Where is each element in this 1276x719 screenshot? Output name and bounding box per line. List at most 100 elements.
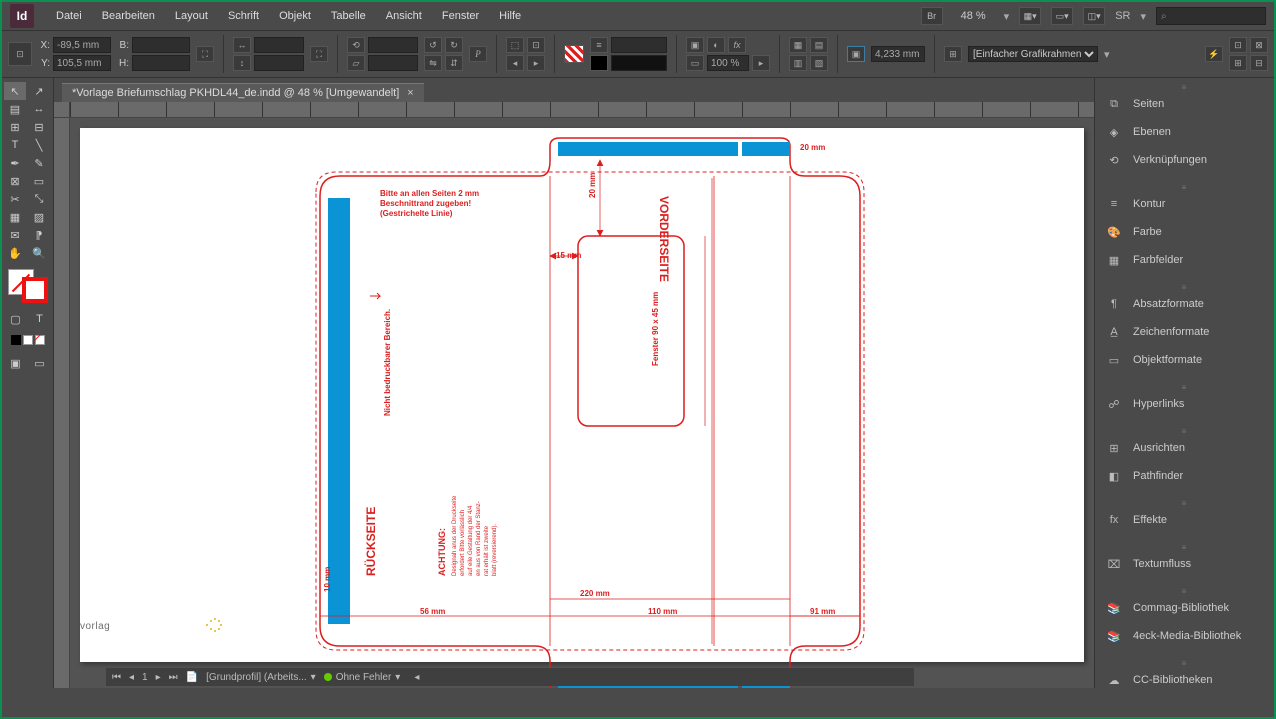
tool-rectangle[interactable]: ▭ <box>28 172 50 190</box>
preflight-display[interactable]: Ohne Fehler <box>336 672 392 683</box>
help-search-input[interactable]: ⌕ <box>1156 7 1266 25</box>
document-tab-close-icon[interactable]: × <box>407 87 413 99</box>
menu-bearbeiten[interactable]: Bearbeiten <box>92 6 165 26</box>
height-input[interactable] <box>132 55 190 71</box>
rotate-cw-icon[interactable]: ↻ <box>445 37 463 53</box>
tool-content-placer[interactable]: ⊟ <box>28 118 50 136</box>
tool-rectangle-frame[interactable]: ⊠ <box>4 172 26 190</box>
constrain-proportions-icon[interactable]: ⛶ <box>196 46 214 62</box>
panel-pages[interactable]: ⧉Seiten <box>1095 90 1274 118</box>
page-number-display[interactable]: 1 <box>142 672 148 683</box>
panel-lib-commag[interactable]: 📚Commag-Bibliothek <box>1095 594 1274 622</box>
default-swatches[interactable] <box>4 335 51 345</box>
zoom-dropdown-icon[interactable]: ▾ <box>1004 10 1010 23</box>
wrap-bound-icon[interactable]: ▤ <box>810 37 828 53</box>
panel-para-styles[interactable]: ¶Absatzformate <box>1095 290 1274 318</box>
menu-datei[interactable]: Datei <box>46 6 92 26</box>
panel-pathfinder[interactable]: ◧Pathfinder <box>1095 462 1274 490</box>
panel-textwrap[interactable]: ⌧Textumfluss <box>1095 550 1274 578</box>
menu-hilfe[interactable]: Hilfe <box>489 6 531 26</box>
object-style-select[interactable]: [Einfacher Grafikrahmen]+ <box>968 46 1098 62</box>
format-container-icon[interactable]: ▢ <box>5 310 27 328</box>
open-file-icon[interactable]: 📄 <box>186 672 198 683</box>
ruler-vertical[interactable] <box>54 118 70 688</box>
profile-display[interactable]: [Grundprofil] (Arbeits... <box>206 672 307 683</box>
tool-free-transform[interactable]: ⤡ <box>28 190 50 208</box>
tool-pencil[interactable]: ✎ <box>28 154 50 172</box>
panel-char-styles[interactable]: A̲Zeichenformate <box>1095 318 1274 346</box>
panel-obj-styles[interactable]: ▭Objektformate <box>1095 346 1274 374</box>
status-nav-last-icon[interactable]: ⏭ <box>169 672 178 683</box>
tool-content-collector[interactable]: ⊞ <box>4 118 26 136</box>
format-text-icon[interactable]: T <box>29 310 51 328</box>
tool-gap[interactable]: ↔ <box>28 100 50 118</box>
tool-pen[interactable]: ✒ <box>4 154 26 172</box>
fill-frame-icon[interactable]: ⊟ <box>1250 55 1268 71</box>
menu-tabelle[interactable]: Tabelle <box>321 6 376 26</box>
ruler-horizontal[interactable] <box>70 102 1094 118</box>
menu-objekt[interactable]: Objekt <box>269 6 321 26</box>
wrap-shape-icon[interactable]: ▥ <box>789 55 807 71</box>
fill-swatch[interactable] <box>564 45 584 63</box>
constrain-scale-icon[interactable]: ⛶ <box>310 46 328 62</box>
stroke-swatch[interactable] <box>590 55 608 71</box>
opacity-input[interactable] <box>707 55 749 71</box>
center-content-icon[interactable]: ⊞ <box>1229 55 1247 71</box>
panel-cc-libs[interactable]: ☁CC-Bibliotheken <box>1095 666 1274 694</box>
bridge-button[interactable]: Br <box>921 7 943 25</box>
panel-links[interactable]: ⟲Verknüpfungen <box>1095 146 1274 174</box>
y-position-input[interactable] <box>53 55 111 71</box>
document-tab[interactable]: *Vorlage Briefumschlag PKHDL44_de.indd @… <box>62 83 424 102</box>
fit-content-icon[interactable]: ⊠ <box>1250 37 1268 53</box>
menu-schrift[interactable]: Schrift <box>218 6 269 26</box>
panel-color[interactable]: 🎨Farbe <box>1095 218 1274 246</box>
blend-target-icon[interactable]: ▭ <box>686 55 704 71</box>
tool-scissors[interactable]: ✂ <box>4 190 26 208</box>
tool-type[interactable]: T <box>4 136 26 154</box>
rotation-input[interactable] <box>368 37 418 53</box>
quick-apply-icon[interactable]: ⚡ <box>1205 46 1223 62</box>
select-content-icon[interactable]: ⊡ <box>527 37 545 53</box>
panel-layers[interactable]: ◈Ebenen <box>1095 118 1274 146</box>
tool-selection[interactable]: ↖ <box>4 82 26 100</box>
status-nav-prev-icon[interactable]: ◂ <box>129 672 134 683</box>
object-style-dropdown-icon[interactable]: ▾ <box>1104 48 1110 61</box>
wrap-jump-icon[interactable]: ▧ <box>810 55 828 71</box>
zoom-level-display[interactable]: 48 % <box>953 8 994 24</box>
status-nav-first-icon[interactable]: ⏮ <box>112 672 121 683</box>
fit-frame-icon[interactable]: ⊡ <box>1229 37 1247 53</box>
document-window[interactable]: *Vorlage Briefumschlag PKHDL44_de.indd @… <box>54 78 1094 688</box>
tool-zoom[interactable]: 🔍 <box>28 244 50 262</box>
fill-stroke-proxy[interactable] <box>8 269 48 303</box>
panel-hyperlinks[interactable]: ☍Hyperlinks <box>1095 390 1274 418</box>
workspace-label[interactable]: SR <box>1115 10 1130 22</box>
panel-stroke[interactable]: ≡Kontur <box>1095 190 1274 218</box>
tool-direct-select[interactable]: ↗ <box>28 82 50 100</box>
x-position-input[interactable] <box>53 37 111 53</box>
status-nav-next-icon[interactable]: ▸ <box>156 672 161 683</box>
scale-x-input[interactable] <box>254 37 304 53</box>
menu-ansicht[interactable]: Ansicht <box>376 6 432 26</box>
tool-hand[interactable]: ✋ <box>4 244 26 262</box>
stroke-style-input[interactable] <box>611 55 667 71</box>
panel-swatches[interactable]: ▦Farbfelder <box>1095 246 1274 274</box>
scroll-left-icon[interactable]: ◂ <box>414 672 419 683</box>
menu-layout[interactable]: Layout <box>165 6 218 26</box>
paragraph-mode-icon[interactable]: P <box>469 46 487 62</box>
tool-page[interactable]: ▤ <box>4 100 26 118</box>
wrap-none-icon[interactable]: ▦ <box>789 37 807 53</box>
rotate-ccw-icon[interactable]: ↺ <box>424 37 442 53</box>
opacity-slider-icon[interactable]: ▸ <box>752 55 770 71</box>
tool-gradient-swatch[interactable]: ▦ <box>4 208 26 226</box>
screen-mode-button[interactable]: ▭▾ <box>1051 7 1073 25</box>
tool-line[interactable]: ╲ <box>28 136 50 154</box>
arrange-docs-button[interactable]: ◫▾ <box>1083 7 1105 25</box>
tool-eyedropper[interactable]: ⁋ <box>28 226 50 244</box>
reference-point-proxy[interactable]: ⊡ <box>8 42 32 66</box>
select-container-icon[interactable]: ⬚ <box>506 37 524 53</box>
drop-shadow-icon[interactable]: ▣ <box>686 37 704 53</box>
menu-fenster[interactable]: Fenster <box>432 6 489 26</box>
preview-view-icon[interactable]: ▭ <box>29 354 51 372</box>
workspace-dropdown-icon[interactable]: ▾ <box>1140 10 1146 23</box>
tool-note[interactable]: ✉ <box>4 226 26 244</box>
